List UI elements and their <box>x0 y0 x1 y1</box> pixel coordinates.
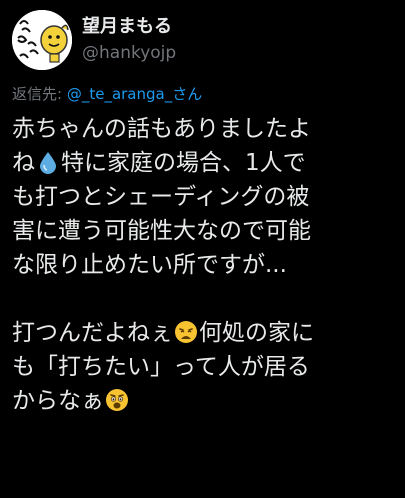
body-line-2-end: 特に家庭の場合、1人で <box>61 150 306 176</box>
tweet-body: 赤ちゃんの話もありましたよ ね特に家庭の場合、1人で も打つとシェーディングの被… <box>12 112 400 418</box>
reply-prefix: 返信先: <box>12 85 67 103</box>
body-line-6-start: 打つんだよねぇ <box>12 320 173 346</box>
display-name[interactable]: 望月まもる <box>82 15 176 39</box>
droplet-emoji-icon <box>40 152 56 174</box>
body-line-1: 赤ちゃんの話もありましたよ <box>12 116 311 142</box>
body-line-5: な限り止めたい所ですが... <box>12 252 287 278</box>
reply-mention-link[interactable]: @_te_aranga_さん <box>67 85 202 103</box>
tweet: 望月まもる @hankyojp 返信先: @_te_aranga_さん 赤ちゃん… <box>0 0 405 498</box>
reply-to-line: 返信先: @_te_aranga_さん <box>12 84 202 104</box>
body-line-6-end: 何処の家に <box>199 320 314 346</box>
anguished-face-emoji-icon <box>106 389 128 411</box>
avatar-illustration-icon <box>12 10 72 70</box>
user-handle[interactable]: @hankyojp <box>82 41 176 65</box>
body-line-7: も「打ちたい」って人が居る <box>12 354 310 380</box>
body-line-8: からなぁ <box>12 384 400 418</box>
author-names: 望月まもる @hankyojp <box>82 15 176 65</box>
body-line-8-start: からなぁ <box>12 388 104 414</box>
body-line-6: 打つんだよねぇ 何処の家に <box>12 316 400 350</box>
body-line-3: も打つとシェーディングの被 <box>12 184 310 210</box>
body-line-2-start: ね <box>12 150 35 176</box>
avatar[interactable] <box>12 10 72 70</box>
weary-face-emoji-icon <box>175 321 197 343</box>
tweet-header: 望月まもる @hankyojp <box>12 8 176 72</box>
body-line-2: ね特に家庭の場合、1人で <box>12 146 400 180</box>
body-line-4: 害に遭う可能性大なので可能 <box>12 218 311 244</box>
